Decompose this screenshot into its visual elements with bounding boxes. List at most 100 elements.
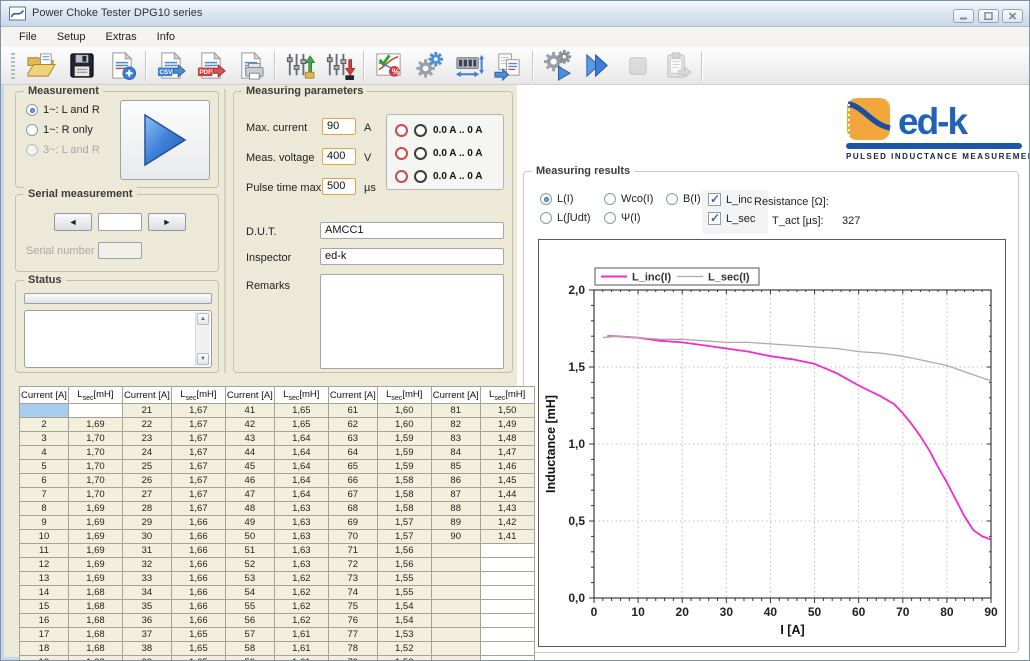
- lsec-cell[interactable]: 1,67: [171, 488, 225, 502]
- lsec-cell[interactable]: 1,43: [480, 502, 534, 516]
- lsec-cell[interactable]: 1,67: [171, 474, 225, 488]
- lsec-cell[interactable]: 1,69: [68, 558, 122, 572]
- lsec-cell[interactable]: 1,67: [171, 446, 225, 460]
- current-cell[interactable]: 3: [20, 432, 69, 446]
- parameter-save-button[interactable]: [319, 49, 359, 83]
- lsec-cell[interactable]: 1,70: [68, 474, 122, 488]
- current-cell[interactable]: 7: [20, 488, 69, 502]
- lsec-cell[interactable]: 1,56: [377, 558, 431, 572]
- lsec-cell[interactable]: 1,64: [274, 432, 328, 446]
- current-cell[interactable]: 85: [431, 460, 480, 474]
- scroll-down-button[interactable]: ▼: [197, 353, 209, 365]
- serial-next-button[interactable]: ►: [148, 213, 186, 231]
- current-cell[interactable]: 90: [431, 530, 480, 544]
- current-cell[interactable]: 9: [20, 516, 69, 530]
- lsec-cell[interactable]: 1,62: [274, 614, 328, 628]
- current-cell[interactable]: 16: [20, 614, 69, 628]
- lsec-cell[interactable]: 1,54: [377, 614, 431, 628]
- lsec-cell[interactable]: 1,67: [171, 404, 225, 418]
- lsec-cell[interactable]: 1,41: [480, 530, 534, 544]
- auto-sequence-settings-button[interactable]: [537, 49, 577, 83]
- radio-plot-b-i[interactable]: B(I): [666, 193, 701, 205]
- scroll-up-button[interactable]: ▲: [197, 313, 209, 325]
- menu-item-setup[interactable]: Setup: [47, 29, 96, 45]
- lsec-cell[interactable]: 1,66: [171, 544, 225, 558]
- current-cell[interactable]: 41: [225, 404, 274, 418]
- lsec-cell[interactable]: [480, 656, 534, 661]
- current-cell[interactable]: 71: [328, 544, 377, 558]
- lsec-cell[interactable]: 1,63: [274, 516, 328, 530]
- lsec-cell[interactable]: [68, 404, 122, 418]
- new-document-button[interactable]: [101, 49, 141, 83]
- current-cell[interactable]: 44: [225, 446, 274, 460]
- current-cell[interactable]: 19: [20, 656, 69, 661]
- lsec-cell[interactable]: 1,68: [68, 642, 122, 656]
- current-cell[interactable]: 24: [122, 446, 171, 460]
- remarks-textarea[interactable]: [320, 274, 504, 369]
- current-cell[interactable]: 28: [122, 502, 171, 516]
- current-cell[interactable]: 21: [122, 404, 171, 418]
- lsec-cell[interactable]: 1,62: [274, 600, 328, 614]
- current-cell[interactable]: 76: [328, 614, 377, 628]
- lsec-cell[interactable]: 1,63: [274, 530, 328, 544]
- lsec-cell[interactable]: 1,60: [377, 418, 431, 432]
- pulse-time-input[interactable]: 500: [322, 178, 356, 195]
- current-cell[interactable]: 15: [20, 600, 69, 614]
- current-cell[interactable]: [431, 642, 480, 656]
- lsec-cell[interactable]: 1,64: [274, 446, 328, 460]
- current-cell[interactable]: 70: [328, 530, 377, 544]
- current-cell[interactable]: 8: [20, 502, 69, 516]
- current-cell[interactable]: 39: [122, 656, 171, 661]
- current-cell[interactable]: 87: [431, 488, 480, 502]
- lsec-cell[interactable]: 1,52: [377, 642, 431, 656]
- minimize-button[interactable]: [953, 9, 974, 23]
- save-file-button[interactable]: [61, 49, 101, 83]
- lsec-cell[interactable]: 1,69: [68, 418, 122, 432]
- radio-mode-1ph-r-only[interactable]: 1~: R only: [26, 124, 93, 136]
- lsec-cell[interactable]: 1,45: [480, 474, 534, 488]
- current-cell[interactable]: 23: [122, 432, 171, 446]
- current-cell[interactable]: 10: [20, 530, 69, 544]
- current-cell[interactable]: [20, 404, 69, 418]
- menu-item-extras[interactable]: Extras: [95, 29, 146, 45]
- current-cell[interactable]: 67: [328, 488, 377, 502]
- current-cell[interactable]: 4: [20, 446, 69, 460]
- lsec-cell[interactable]: 1,70: [68, 460, 122, 474]
- current-cell[interactable]: 83: [431, 432, 480, 446]
- current-cell[interactable]: 34: [122, 586, 171, 600]
- lsec-cell[interactable]: [480, 642, 534, 656]
- current-cell[interactable]: 12: [20, 558, 69, 572]
- inspector-input[interactable]: ed-k: [320, 248, 504, 265]
- current-cell[interactable]: 25: [122, 460, 171, 474]
- lsec-cell[interactable]: 1,68: [68, 628, 122, 642]
- lsec-cell[interactable]: 1,67: [171, 432, 225, 446]
- lsec-cell[interactable]: 1,65: [274, 418, 328, 432]
- current-cell[interactable]: 14: [20, 586, 69, 600]
- lsec-cell[interactable]: 1,59: [377, 432, 431, 446]
- current-cell[interactable]: 86: [431, 474, 480, 488]
- current-cell[interactable]: 30: [122, 530, 171, 544]
- current-cell[interactable]: 78: [328, 642, 377, 656]
- current-cell[interactable]: 62: [328, 418, 377, 432]
- current-cell[interactable]: 37: [122, 628, 171, 642]
- current-cell[interactable]: 33: [122, 572, 171, 586]
- lsec-cell[interactable]: 1,65: [171, 656, 225, 661]
- lsec-cell[interactable]: 1,66: [171, 572, 225, 586]
- lsec-cell[interactable]: 1,61: [274, 642, 328, 656]
- current-cell[interactable]: 42: [225, 418, 274, 432]
- current-cell[interactable]: 81: [431, 404, 480, 418]
- lsec-cell[interactable]: 1,42: [480, 516, 534, 530]
- current-cell[interactable]: 49: [225, 516, 274, 530]
- lsec-cell[interactable]: 1,60: [377, 404, 431, 418]
- current-cell[interactable]: 57: [225, 628, 274, 642]
- lsec-cell[interactable]: 1,68: [68, 586, 122, 600]
- current-cell[interactable]: 22: [122, 418, 171, 432]
- status-scrollbar[interactable]: ▲ ▼: [195, 312, 210, 366]
- current-cell[interactable]: 66: [328, 474, 377, 488]
- lsec-cell[interactable]: 1,68: [68, 656, 122, 661]
- current-cell[interactable]: 72: [328, 558, 377, 572]
- lsec-cell[interactable]: 1,70: [68, 446, 122, 460]
- current-cell[interactable]: 65: [328, 460, 377, 474]
- checkbox-show-l-sec[interactable]: L_sec: [708, 212, 755, 225]
- lsec-cell[interactable]: 1,66: [171, 558, 225, 572]
